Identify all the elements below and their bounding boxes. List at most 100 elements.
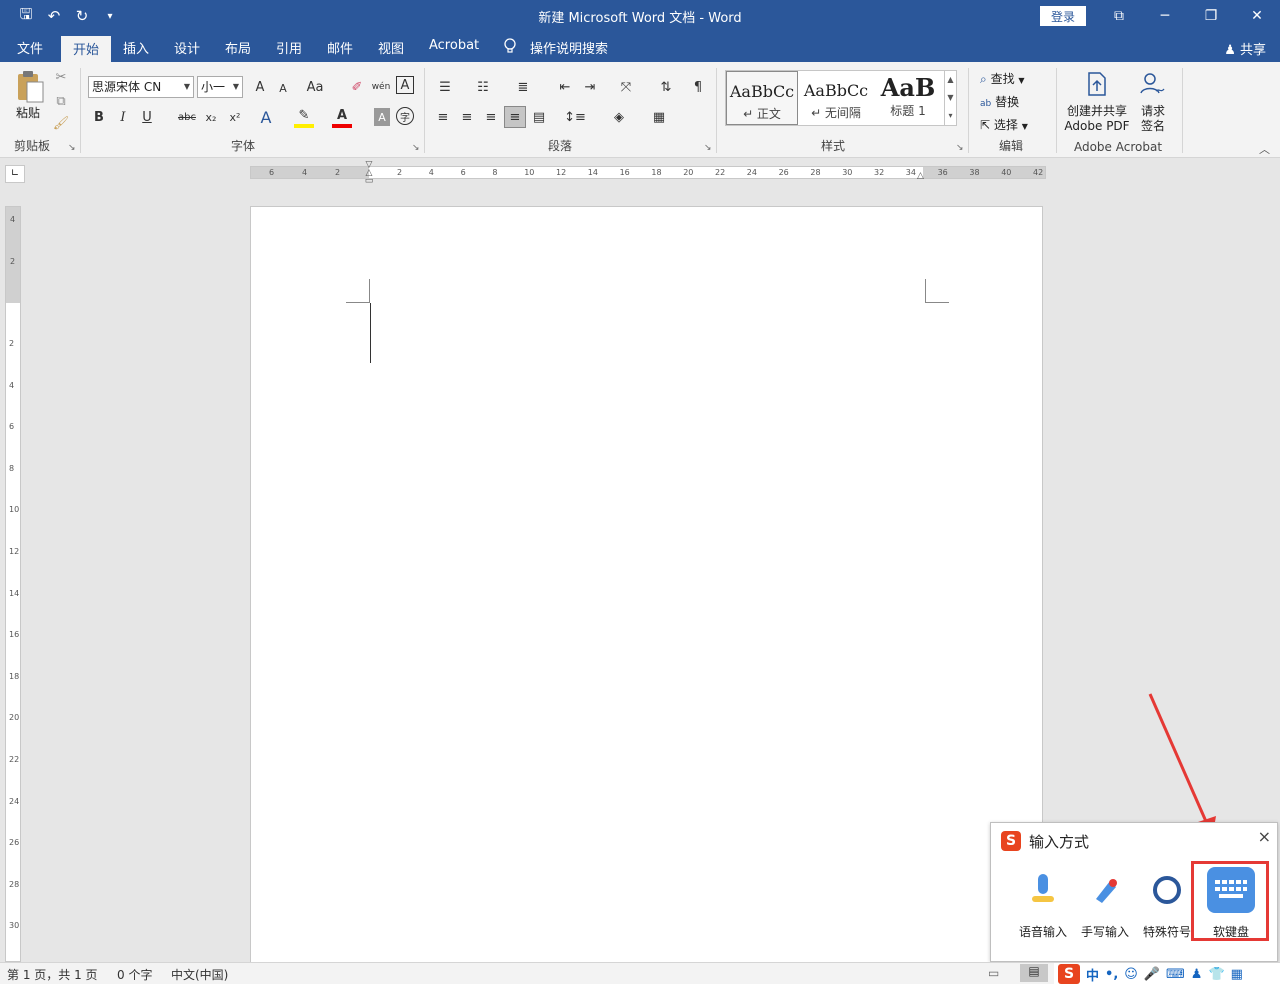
- tab-home[interactable]: 开始: [61, 36, 112, 64]
- tab-file[interactable]: 文件: [17, 38, 43, 57]
- ime-toolbox-icon[interactable]: ▦: [1231, 967, 1243, 982]
- align-right-icon[interactable]: ≡: [480, 106, 502, 128]
- tab-mailings[interactable]: 邮件: [327, 38, 353, 57]
- phonetic-guide-icon[interactable]: wén: [370, 76, 392, 98]
- underline-button[interactable]: U: [138, 106, 156, 128]
- chinese-layout-icon[interactable]: ⤧: [612, 76, 640, 98]
- share-button[interactable]: ♟ 共享: [1224, 39, 1266, 58]
- ime-skin-icon[interactable]: 👕: [1208, 967, 1224, 982]
- highlight-icon[interactable]: ✎: [294, 106, 314, 128]
- clear-formatting-icon[interactable]: ✐: [346, 76, 368, 98]
- ime-chinese-mode[interactable]: 中: [1086, 965, 1099, 984]
- close-icon[interactable]: ×: [1258, 827, 1271, 846]
- select-button[interactable]: ⇱ 选择 ▼: [980, 116, 1028, 133]
- ime-emoji-icon[interactable]: ☺: [1124, 967, 1138, 982]
- styles-scroll[interactable]: ▲ ▼ ▾: [944, 71, 956, 125]
- replace-button[interactable]: ab 替换: [980, 93, 1019, 110]
- font-launcher-icon[interactable]: ↘: [412, 143, 420, 153]
- style-heading1[interactable]: AaB 标题 1: [872, 71, 944, 125]
- print-layout-icon[interactable]: ▤: [1020, 964, 1048, 982]
- cut-icon[interactable]: ✂: [52, 68, 70, 86]
- ruler-number: 24: [746, 168, 757, 177]
- ime-keyboard-icon[interactable]: ⌨: [1166, 967, 1185, 982]
- increase-indent-icon[interactable]: ⇥: [580, 76, 600, 98]
- superscript-button[interactable]: x²: [226, 106, 244, 128]
- ruler-number: 32: [874, 168, 885, 177]
- voice-input-button[interactable]: 语音输入: [1011, 867, 1075, 939]
- line-spacing-icon[interactable]: ↕≡: [560, 106, 590, 128]
- close-icon[interactable]: ✕: [1234, 0, 1280, 32]
- font-family-select[interactable]: 思源宋体 CN ▼: [88, 76, 194, 98]
- ime-punctuation-icon[interactable]: •,: [1105, 967, 1118, 982]
- borders-icon[interactable]: ▦: [644, 106, 674, 128]
- tab-stop-selector[interactable]: ∟: [5, 165, 25, 183]
- ruler-number: 42: [1033, 168, 1044, 177]
- enclose-characters-icon[interactable]: 字: [396, 107, 414, 125]
- request-signature-icon[interactable]: [1138, 70, 1168, 98]
- font-size-select[interactable]: 小一 ▼: [197, 76, 243, 98]
- tab-layout[interactable]: 布局: [225, 38, 251, 57]
- multilevel-list-icon[interactable]: ≣: [510, 76, 536, 98]
- align-center-icon[interactable]: ≡: [456, 106, 478, 128]
- ime-user-icon[interactable]: ♟: [1191, 967, 1203, 982]
- font-color-icon[interactable]: A: [332, 106, 352, 128]
- format-painter-icon[interactable]: 🖌: [52, 114, 70, 132]
- align-left-icon[interactable]: ≡: [432, 106, 454, 128]
- change-case-icon[interactable]: Aa: [300, 76, 330, 98]
- request-signature-button[interactable]: 请求 签名: [1132, 104, 1174, 134]
- paste-button[interactable]: 粘贴: [16, 104, 40, 121]
- maximize-icon[interactable]: ❐: [1188, 0, 1234, 32]
- shrink-font-icon[interactable]: A: [274, 78, 292, 98]
- numbering-icon[interactable]: ☷: [470, 76, 496, 98]
- shading-icon[interactable]: ◈: [604, 106, 634, 128]
- create-pdf-icon[interactable]: [1084, 70, 1110, 98]
- show-marks-icon[interactable]: ¶: [688, 76, 708, 98]
- tab-acrobat[interactable]: Acrobat: [429, 38, 479, 53]
- character-shading-icon[interactable]: A: [374, 108, 390, 126]
- ime-microphone-icon[interactable]: 🎤: [1144, 967, 1160, 982]
- justify-icon[interactable]: ≡: [504, 106, 526, 128]
- indent-marker[interactable]: ▽ △ ▭: [364, 161, 374, 186]
- word-count[interactable]: 0 个字: [117, 966, 152, 983]
- distributed-icon[interactable]: ▤: [528, 106, 550, 128]
- tab-view[interactable]: 视图: [378, 38, 404, 57]
- italic-button[interactable]: I: [114, 106, 132, 128]
- special-symbols-button[interactable]: 特殊符号: [1135, 867, 1199, 939]
- paste-icon[interactable]: [12, 68, 48, 106]
- text-effects-icon[interactable]: A: [256, 106, 276, 128]
- page-count[interactable]: 第 1 页，共 1 页: [7, 966, 98, 983]
- tab-insert[interactable]: 插入: [123, 38, 149, 57]
- bullets-icon[interactable]: ☰: [432, 76, 458, 98]
- bold-button[interactable]: B: [90, 106, 108, 128]
- style-normal[interactable]: AaBbCc ↵ 正文: [726, 71, 798, 125]
- create-share-pdf-button[interactable]: 创建并共享 Adobe PDF: [1064, 104, 1130, 134]
- subscript-button[interactable]: x₂: [202, 106, 220, 128]
- sogou-logo-icon[interactable]: S: [1058, 964, 1080, 984]
- right-indent-marker[interactable]: △: [917, 171, 924, 181]
- ruler-number: 2: [9, 339, 15, 348]
- paragraph-launcher-icon[interactable]: ↘: [704, 143, 712, 153]
- minimize-icon[interactable]: ─: [1142, 0, 1188, 32]
- handwriting-input-button[interactable]: 手写输入: [1073, 867, 1137, 939]
- sort-icon[interactable]: ⇅: [656, 76, 676, 98]
- styles-launcher-icon[interactable]: ↘: [956, 143, 964, 153]
- separator: [1182, 68, 1183, 153]
- tell-me-search[interactable]: 操作说明搜索: [530, 38, 608, 57]
- style-no-spacing[interactable]: AaBbCc ↵ 无间隔: [800, 71, 872, 125]
- language-indicator[interactable]: 中文(中国): [171, 966, 228, 983]
- collapse-ribbon-icon[interactable]: ︿: [1259, 141, 1270, 157]
- chevron-down-icon: ▼: [232, 82, 239, 91]
- clipboard-launcher-icon[interactable]: ↘: [68, 143, 76, 153]
- copy-icon[interactable]: ⧉: [52, 92, 70, 110]
- find-button[interactable]: ⌕ 查找 ▼: [980, 70, 1025, 87]
- tab-design[interactable]: 设计: [174, 38, 200, 57]
- tab-references[interactable]: 引用: [276, 38, 302, 57]
- grow-font-icon[interactable]: A: [250, 76, 270, 98]
- login-button[interactable]: 登录: [1040, 6, 1086, 26]
- ribbon-display-options-icon[interactable]: ⧉: [1096, 0, 1142, 32]
- strikethrough-button[interactable]: abc: [176, 106, 198, 128]
- character-border-icon[interactable]: A: [396, 76, 414, 94]
- document-page[interactable]: [250, 206, 1043, 966]
- decrease-indent-icon[interactable]: ⇤: [555, 76, 575, 98]
- read-mode-icon[interactable]: ▭: [988, 966, 999, 980]
